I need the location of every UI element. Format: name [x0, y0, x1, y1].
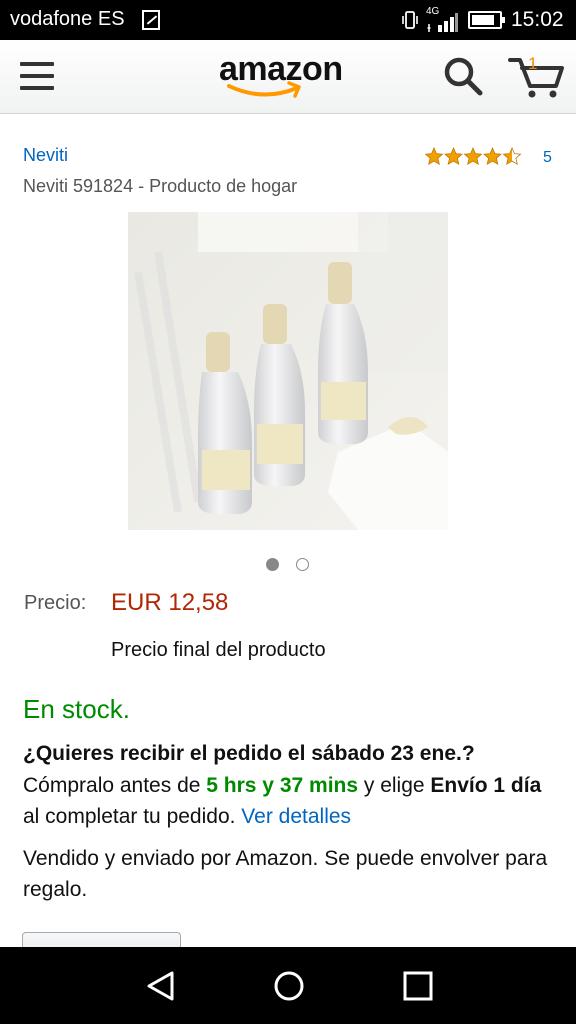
delivery-question: ¿Quieres recibir el pedido el sábado 23 …	[23, 742, 475, 765]
seller-info: Vendido y enviado por Amazon. Se puede e…	[23, 847, 548, 901]
back-icon[interactable]	[144, 969, 178, 1003]
star-icon	[503, 147, 521, 165]
menu-icon[interactable]	[20, 62, 54, 90]
navigation-bar	[0, 947, 576, 1024]
countdown: 5 hrs y 37 mins	[206, 773, 359, 797]
review-count[interactable]: 5	[543, 149, 552, 167]
stock-status: En stock.	[23, 694, 130, 724]
brand-link[interactable]: Neviti	[23, 145, 68, 166]
vibrate-icon	[402, 11, 418, 29]
price-label: Precio:	[24, 592, 87, 614]
product-image[interactable]	[128, 212, 448, 530]
star-rating[interactable]	[425, 147, 525, 167]
app-header: amazon 1	[0, 40, 576, 114]
signal-icon	[427, 13, 458, 32]
delivery-message: ¿Quieres recibir el pedido el sábado 23 …	[23, 738, 563, 833]
star-icon	[425, 147, 443, 165]
star-icon	[464, 147, 482, 165]
order-suffix: al completar tu pedido.	[23, 805, 242, 828]
logo-smile-icon	[227, 81, 301, 98]
price-note: Precio final del producto	[111, 639, 326, 661]
image-dot-active[interactable]	[266, 558, 279, 571]
image-pagination[interactable]	[266, 558, 316, 572]
order-middle: y elige	[358, 773, 431, 797]
clock: 15:02	[511, 8, 564, 31]
carrier-name: vodafone ES	[10, 8, 125, 30]
price-value: EUR 12,58	[111, 589, 229, 616]
image-dot-inactive[interactable]	[296, 558, 309, 571]
shipping-option: Envío 1 día	[430, 773, 542, 797]
search-icon[interactable]	[443, 56, 483, 96]
amazon-logo[interactable]: amazon	[219, 50, 355, 102]
recent-apps-icon[interactable]	[401, 969, 435, 1003]
battery-icon	[468, 11, 505, 29]
star-icon	[444, 147, 463, 165]
status-bar: vodafone ES 4G 15:02	[0, 0, 576, 40]
cart-count: 1	[528, 54, 538, 73]
details-link[interactable]: Ver detalles	[241, 805, 351, 828]
home-icon[interactable]	[272, 969, 306, 1003]
star-icon	[483, 147, 502, 165]
sim-card-icon	[142, 10, 160, 30]
product-title: Neviti 591824 - Producto de hogar	[23, 176, 298, 196]
order-prefix: Cómpralo antes de	[23, 773, 207, 797]
